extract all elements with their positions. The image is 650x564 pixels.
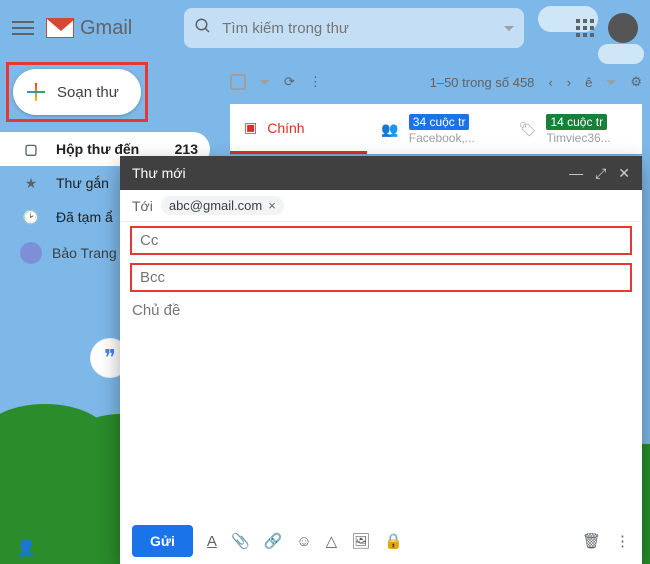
attach-icon[interactable]: 📎 [231,532,250,550]
recipient-email: abc@gmail.com [169,198,262,213]
social-badge: 34 cuộc tr [409,114,470,130]
mail-toolbar: ⟳ ⋮ 1–50 trong số 458 ‹ › ê ⚙ [230,60,642,104]
plus-icon [27,83,45,101]
search-box[interactable] [184,8,524,48]
tab-primary[interactable]: ▣ Chính [230,104,367,154]
inbox-icon: ▢ [22,141,40,158]
more-icon[interactable]: ⋮ [309,74,323,90]
confidential-icon[interactable]: 🔒 [384,532,403,550]
compose-label: Soạn thư [57,84,119,101]
inbox-count: 213 [175,141,198,157]
lang-dropdown-icon[interactable] [606,80,616,85]
discard-icon[interactable]: 🗑 [582,532,601,550]
close-icon[interactable]: ✕ [618,165,630,182]
search-icon [194,17,212,40]
compose-button[interactable]: Soạn thư [13,69,141,115]
bcc-input[interactable] [140,269,622,286]
prev-page-icon[interactable]: ‹ [548,75,552,90]
tab-social[interactable]: 👥 34 cuộc tr Facebook,... [367,104,504,154]
product-name: Gmail [80,17,132,40]
compose-to-row[interactable]: Tới abc@gmail.com × [120,190,642,222]
recipient-chip[interactable]: abc@gmail.com × [161,196,284,215]
remove-recipient-icon[interactable]: × [268,198,276,213]
compose-body[interactable] [120,325,642,518]
primary-tab-icon: ▣ [244,119,257,136]
clock-icon: 🕑 [22,209,40,226]
compose-bcc-row[interactable] [130,263,632,292]
header: Gmail [0,0,650,56]
compose-titlebar[interactable]: Thư mới — ⤢ ✕ [120,156,642,190]
sidebar-item-label: Hộp thư đến [56,141,139,157]
compose-footer: Gửi A 📎 🔗 ☺ △ 🖼 🔒 🗑 ⋮ [120,518,642,564]
apps-icon[interactable] [576,19,594,37]
sidebar-item-label: Đã tạm ẩ [56,209,113,225]
next-page-icon[interactable]: › [567,75,571,90]
category-tabs: ▣ Chính 👥 34 cuộc tr Facebook,... 🏷 14 c… [230,104,642,154]
star-icon: ★ [22,175,40,192]
subject-input[interactable] [132,302,630,319]
search-input[interactable] [222,20,496,37]
gmail-m-icon [46,18,74,38]
compose-cc-row[interactable] [130,226,632,255]
person-status-icon[interactable]: 👤 [16,538,36,558]
compose-title: Thư mới [132,165,186,181]
more-options-icon[interactable]: ⋮ [615,532,630,550]
search-options-dropdown-icon[interactable] [504,26,514,31]
promo-tab-icon: 🏷 [519,121,537,138]
compose-highlight: Soạn thư [6,62,148,122]
compose-window: Thư mới — ⤢ ✕ Tới abc@gmail.com × Gửi A … [120,156,642,564]
send-button[interactable]: Gửi [132,525,193,557]
promo-sub: Timviec36... [546,131,610,145]
compose-subject-row[interactable] [120,296,642,325]
sidebar-item-label: Thư gắn [56,175,109,191]
promo-badge: 14 cuộc tr [546,114,607,130]
account-avatar[interactable] [608,13,638,43]
select-all-checkbox[interactable] [230,74,246,90]
social-tab-icon: 👥 [381,121,398,138]
pager-text: 1–50 trong số 458 [430,75,535,90]
link-icon[interactable]: 🔗 [264,532,283,550]
menu-icon[interactable] [12,21,34,35]
tab-promotions[interactable]: 🏷 14 cuộc tr Timviec36... [505,104,642,154]
settings-gear-icon[interactable]: ⚙ [630,74,642,90]
emoji-icon[interactable]: ☺ [296,533,311,550]
to-label: Tới [132,198,153,214]
user-avatar-icon [20,242,42,264]
insert-photo-icon[interactable]: 🖼 [351,532,370,550]
tab-label: Chính [267,120,304,136]
select-dropdown-icon[interactable] [260,80,270,85]
social-sub: Facebook,... [409,131,475,145]
minimize-icon[interactable]: — [569,165,583,182]
formatting-icon[interactable]: A [207,533,217,550]
user-name: Bảo Trang [52,245,117,261]
fullscreen-icon[interactable]: ⤢ [595,165,606,182]
gmail-logo[interactable]: Gmail [46,17,132,40]
refresh-icon[interactable]: ⟳ [284,74,295,90]
cc-input[interactable] [140,232,622,249]
drive-icon[interactable]: △ [326,532,338,550]
input-lang-button[interactable]: ê [585,75,592,90]
hangouts-icon: ❞ [104,345,116,371]
